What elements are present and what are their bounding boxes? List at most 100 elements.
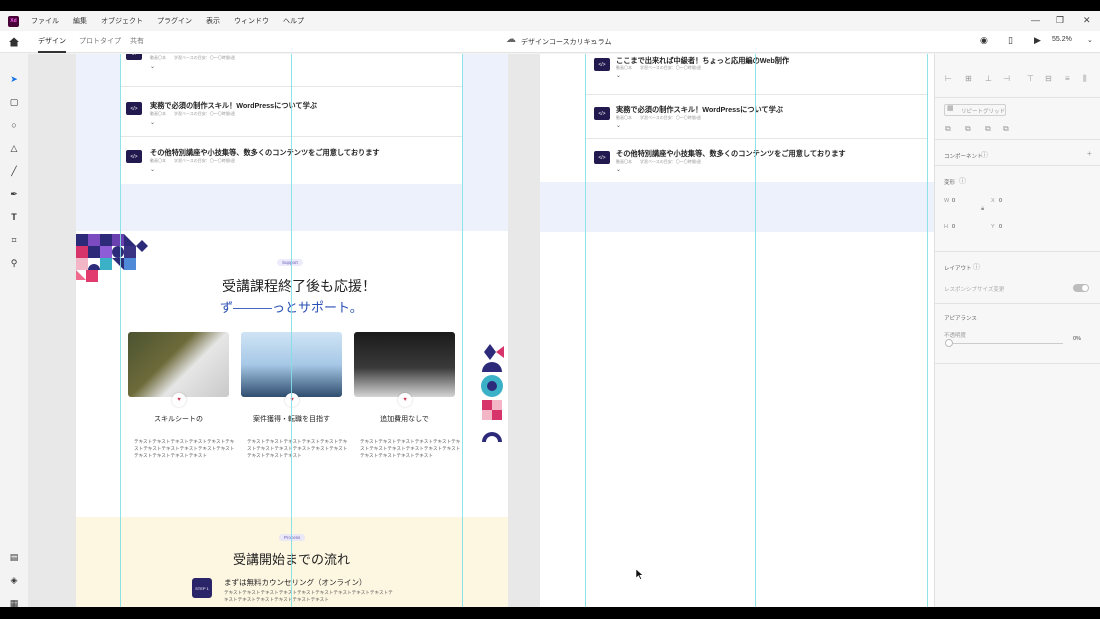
menu-help[interactable]: ヘルプ [283,16,304,26]
row-code-icon: </> [126,150,142,163]
width-field[interactable]: 0 [952,198,955,204]
align-top-icon[interactable]: ⊤ [1027,74,1034,83]
decorative-shapes [481,344,504,442]
row-chevron-icon[interactable]: ⌄ [150,166,155,173]
pen-tool-icon[interactable]: ✒ [8,188,20,200]
info-icon[interactable]: ⓘ [981,150,988,160]
boolean-exclude-icon[interactable]: ⧉ [1003,124,1009,134]
menu-file[interactable]: ファイル [31,16,59,26]
row-meta: 動画〇本 学習ベースの目安：〇〜〇時間/週 [150,55,235,60]
cloud-icon: ☁ [506,34,516,45]
boolean-intersect-icon[interactable]: ⧉ [985,124,991,134]
close-icon[interactable]: ✕ [1083,15,1091,26]
transform-section: 変形 ⓘ W 0 X 0 🔒︎ H 0 Y 0 [935,166,1100,252]
assets-panel-icon[interactable]: ▤ [8,551,20,563]
opacity-slider-thumb[interactable] [945,339,953,347]
row-meta: 動画〇本 学習ベースの目安：〇〜〇時間/週 [150,111,235,116]
opacity-slider-track[interactable] [947,343,1063,344]
artboard-left[interactable]: </> 動画〇本 学習ベースの目安：〇〜〇時間/週 ⌄ </> 実務で必須の制作… [76,54,508,607]
y-field[interactable]: 0 [999,224,1002,230]
layers-panel-icon[interactable]: ◈ [8,574,20,586]
user-icon[interactable]: ◉ [980,35,988,46]
support-heading: 受講課程終了後も応援！ [222,278,376,294]
row-meta: 動画〇本 学習ベースの目安：〇〜〇時間/週 [616,65,701,70]
zoom-level[interactable]: 55.2% [1052,36,1072,43]
distribute-horizontal-icon[interactable]: ⫼ [1083,74,1087,84]
grid-icon: ▦ [947,105,954,112]
tab-prototype[interactable]: プロトタイプ [79,31,121,53]
rectangle-tool-icon[interactable]: ▢ [8,96,20,108]
height-field[interactable]: 0 [952,224,955,230]
row-chevron-icon[interactable]: ⌄ [616,166,621,173]
align-center-icon[interactable]: ⊞ [965,74,972,83]
boolean-subtract-icon[interactable]: ⧉ [965,124,971,134]
info-icon[interactable]: ⓘ [973,262,980,272]
design-canvas[interactable]: </> 動画〇本 学習ベースの目安：〇〜〇時間/週 ⌄ </> 実務で必須の制作… [28,54,934,607]
play-icon[interactable]: ▶ [1034,35,1041,46]
component-label: コンポーネント [944,154,983,160]
row-chevron-icon[interactable]: ⌄ [150,119,155,126]
app-window: Xd ファイル 編集 オブジェクト プラグイン 表示 ウィンドウ ヘルプ — ❐… [0,11,1100,607]
row-meta: 動画〇本 学習ベースの目安：〇〜〇時間/週 [616,159,701,164]
chevron-down-icon[interactable]: ⌄ [590,36,596,44]
opacity-field[interactable]: 0% [1073,336,1081,342]
menu-window[interactable]: ウィンドウ [234,16,269,26]
height-label: H [944,224,948,230]
row-meta: 動画〇本 学習ベースの目安：〇〜〇時間/週 [616,115,701,120]
card-title: 追加費用なしで [380,416,429,423]
plugins-panel-icon[interactable]: ▦ [8,597,20,608]
add-component-icon[interactable]: + [1087,149,1092,158]
width-label: W [944,198,950,204]
menu-object[interactable]: オブジェクト [101,16,143,26]
info-icon[interactable]: ⓘ [959,176,966,186]
lock-aspect-icon[interactable]: 🔒︎ [981,206,984,213]
align-bottom-icon[interactable]: ⊥ [985,74,992,83]
align-section: ⊢ ⊞ ⊥ ⊣ ⊤ ⊟ ≡ ⫼ [935,54,1100,98]
distribute-vertical-icon[interactable]: ≡ [1065,74,1070,83]
line-tool-icon[interactable]: ╱ [8,165,20,177]
polygon-tool-icon[interactable]: △ [8,142,20,154]
repeat-grid-section: リピートグリッド ▦ ⧉ ⧉ ⧉ ⧉ [935,98,1100,140]
artboard-tool-icon[interactable]: ⌗ [8,234,20,246]
text-tool-icon[interactable]: T [8,211,20,223]
artboard-right[interactable]: </> ここまで出来れば中級者！ちょっと応用編のWeb制作 動画〇本 学習ベース… [540,54,934,607]
process-badge: Process [279,534,306,541]
select-tool-icon[interactable]: ➤ [8,73,20,85]
card-text: テキストテキストテキストテキストテキストテキストテキストテキストテキストテキスト… [247,439,348,458]
zoom-tool-icon[interactable]: ⚲ [8,257,20,269]
menu-view[interactable]: 表示 [206,16,220,26]
restore-icon[interactable]: ❐ [1056,15,1064,26]
responsive-resize-toggle[interactable] [1073,284,1089,292]
row-code-icon: </> [126,54,142,60]
row-chevron-icon[interactable]: ⌄ [616,122,621,129]
mode-tab-bar: デザイン プロトタイプ 共有 ☁ デザインコースカリキュラム ⌄ ◉ ▯ ▶ 5… [0,31,1100,53]
ellipse-tool-icon[interactable]: ○ [8,119,20,131]
document-title[interactable]: デザインコースカリキュラム [521,37,611,47]
x-field[interactable]: 0 [999,198,1002,204]
row-chevron-icon[interactable]: ⌄ [150,63,155,70]
minimize-icon[interactable]: — [1031,15,1040,25]
step-badge: STEP 1 [192,578,212,598]
align-right-icon[interactable]: ⊣ [1003,74,1010,83]
row-code-icon: </> [594,151,610,164]
menu-edit[interactable]: 編集 [73,16,87,26]
device-preview-icon[interactable]: ▯ [1008,35,1013,46]
zoom-chevron-icon[interactable]: ⌄ [1087,36,1093,44]
distribute-icon[interactable]: ⊟ [1045,74,1052,83]
row-chevron-icon[interactable]: ⌄ [616,72,621,79]
home-icon[interactable] [8,36,20,48]
layout-guide [291,54,292,607]
x-label: X [991,198,995,204]
tab-share[interactable]: 共有 [130,31,144,53]
curriculum-band [540,182,934,232]
align-left-icon[interactable]: ⊢ [945,74,952,83]
step-text: テキストテキストテキストテキストテキストテキストテキストテキストテキストテキスト… [224,590,393,602]
heart-icon: ♥ [285,393,299,407]
row-code-icon: </> [594,58,610,71]
layout-guide [927,54,928,607]
layout-label: レイアウト [944,266,972,272]
menu-plugin[interactable]: プラグイン [157,16,192,26]
tab-design[interactable]: デザイン [38,31,66,53]
boolean-add-icon[interactable]: ⧉ [945,124,951,134]
card-title: スキルシートの [154,416,203,423]
